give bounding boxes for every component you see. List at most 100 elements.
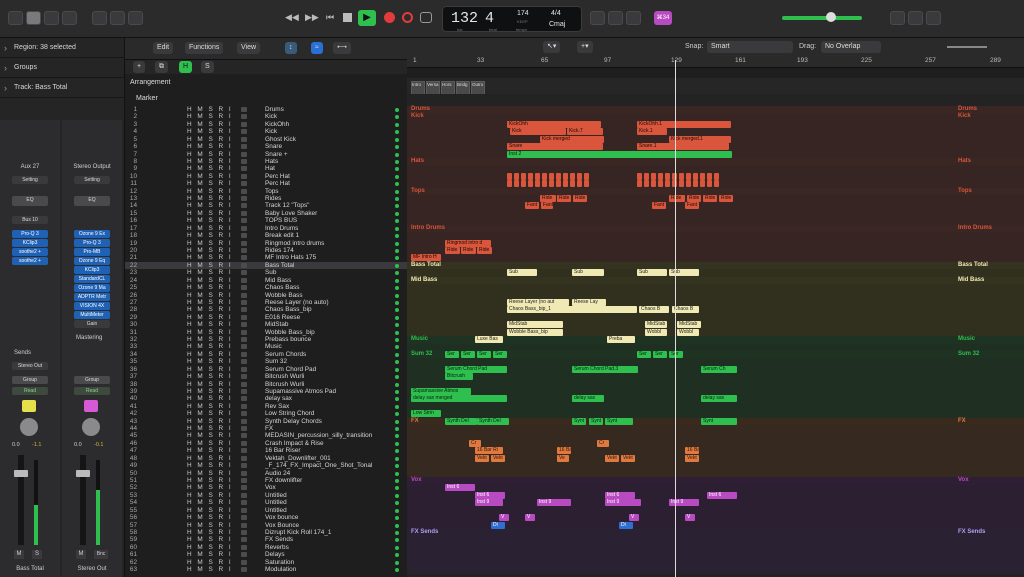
track-on-indicator[interactable] (395, 493, 399, 498)
track-row[interactable]: 26 H M S R I Wobble Bass (125, 292, 407, 300)
master-volume-slider[interactable] (782, 16, 862, 20)
flex-tool-icon[interactable]: ≈ (311, 42, 323, 54)
plugin-slot[interactable]: StandardCL (74, 275, 110, 283)
track-buttons[interactable]: H M S R I (187, 277, 233, 285)
track-lane[interactable] (407, 536, 1024, 544)
region[interactable] (577, 180, 582, 188)
fader-track[interactable] (80, 455, 86, 545)
track-buttons[interactable]: H M S R I (187, 195, 233, 203)
track-name[interactable]: Low String Chord (265, 410, 395, 418)
track-buttons[interactable]: H M S R I (187, 551, 233, 559)
track-buttons[interactable]: H M S R I (187, 559, 233, 567)
region[interactable]: Vekt (685, 454, 699, 462)
track-lane[interactable] (407, 543, 1024, 552)
region[interactable]: Ser (445, 350, 459, 358)
region[interactable]: Snare.1 (637, 143, 729, 151)
track-buttons[interactable]: H M S R I (187, 499, 233, 507)
region[interactable] (556, 180, 561, 188)
region[interactable]: Vekt (621, 454, 635, 462)
track-name[interactable]: Vektah_Downlifter_001 (265, 455, 395, 463)
region[interactable] (521, 180, 526, 188)
track-row[interactable]: 8 H M S R I Hats (125, 158, 407, 166)
track-row[interactable]: 55 H M S R I Untitled (125, 507, 407, 515)
track-buttons[interactable]: H M S R I (187, 240, 233, 248)
track-name[interactable]: Vox Bounce (265, 522, 395, 530)
track-buttons[interactable]: H M S R I (187, 106, 233, 114)
snap-dropdown[interactable]: Smart (707, 41, 793, 53)
replace-record-icon[interactable] (402, 12, 413, 23)
track-row[interactable]: 2 H M S R I Kick (125, 113, 407, 121)
track-on-indicator[interactable] (395, 560, 399, 565)
track-buttons[interactable]: H M S R I (187, 321, 233, 329)
track-name[interactable]: MEDASIN_percussion_silly_transition (265, 432, 395, 440)
track-name[interactable]: Synth Delay Chords (265, 418, 395, 426)
region[interactable]: Ride (573, 195, 587, 203)
pointer-select-icon[interactable]: ↖▾ (543, 41, 561, 53)
track-lane[interactable] (407, 261, 1024, 270)
region[interactable]: Ride (557, 195, 571, 203)
region[interactable]: Serum Chord Pad.3 (572, 365, 638, 373)
region[interactable]: Sub (669, 269, 699, 277)
track-on-indicator[interactable] (395, 137, 399, 142)
track-buttons[interactable]: H M S R I (187, 299, 233, 307)
playhead[interactable] (675, 60, 676, 577)
pan-knob[interactable] (20, 418, 38, 436)
bounce-button[interactable]: Bnc (94, 550, 108, 559)
region[interactable]: Ride (461, 246, 476, 254)
track-on-indicator[interactable] (395, 271, 399, 276)
track-row[interactable]: 23 H M S R I Sub (125, 269, 407, 277)
track-name[interactable]: MF Intro Hats 175 (265, 254, 395, 262)
region[interactable]: Ser (669, 350, 683, 358)
track-buttons[interactable]: H M S R I (187, 343, 233, 351)
track-on-indicator[interactable] (395, 412, 399, 417)
track-row[interactable]: 22 H M S R I Bass Total (125, 261, 407, 270)
edit-menu[interactable]: Edit (153, 42, 174, 54)
region[interactable] (535, 172, 540, 180)
arrangement-marker[interactable]: Hors (441, 81, 455, 95)
arrangement-marker[interactable]: Versa (426, 81, 440, 95)
region[interactable]: Vekt (475, 454, 489, 462)
region[interactable] (658, 172, 663, 180)
track-row[interactable]: 21 H M S R I MF Intro Hats 175 (125, 254, 407, 262)
region[interactable]: Inst 6 (605, 491, 635, 499)
track-name[interactable]: KickOhh (265, 121, 395, 129)
track-name[interactable]: Break edit 1 (265, 232, 395, 240)
track-name[interactable]: Chaos Bass (265, 284, 395, 292)
track-row[interactable]: 40 H M S R I delay sax (125, 395, 407, 403)
track-on-indicator[interactable] (395, 501, 399, 506)
track-lane[interactable] (407, 566, 1024, 574)
forward-icon[interactable]: ▶▶ (305, 12, 319, 24)
track-buttons[interactable]: H M S R I (187, 306, 233, 314)
browser-icon[interactable] (926, 11, 941, 25)
track-row[interactable]: 17 H M S R I Intro Drums (125, 225, 407, 233)
track-row[interactable]: 45 H M S R I MEDASIN_percussion_silly_tran… (125, 432, 407, 440)
track-row[interactable]: 6 H M S R I Snare (125, 143, 407, 151)
track-row[interactable]: 48 H M S R I Vektah_Downlifter_001 (125, 455, 407, 463)
track-name[interactable]: Hat (265, 165, 395, 173)
quick-help-icon[interactable] (44, 11, 59, 25)
track-buttons[interactable]: H M S R I (187, 247, 233, 255)
track-buttons[interactable]: H M S R I (187, 529, 233, 537)
track-on-indicator[interactable] (395, 108, 399, 112)
track-name[interactable]: Baby Love Shaker (265, 210, 395, 218)
region[interactable] (651, 172, 656, 180)
plugin-slot[interactable]: Pro-MB (74, 248, 110, 256)
track-row[interactable]: 5 H M S R I Ghost Kick (125, 136, 407, 144)
track-row[interactable]: 32 H M S R I Prebass bounce (125, 336, 407, 344)
track-name[interactable]: Track 12 "Tops" (265, 202, 395, 210)
track-name[interactable]: Untitled (265, 507, 395, 515)
track-lane[interactable] (407, 551, 1024, 559)
solo-button[interactable]: S (32, 550, 42, 559)
setting-button[interactable]: Setting (74, 176, 110, 184)
region[interactable]: Synt (701, 417, 737, 425)
track-on-indicator[interactable] (395, 382, 399, 387)
track-on-indicator[interactable] (395, 375, 399, 380)
track-buttons[interactable]: H M S R I (187, 432, 233, 440)
setting-button[interactable]: Setting (12, 176, 48, 184)
region[interactable]: Fant (685, 202, 699, 210)
region[interactable]: Synt (589, 417, 603, 425)
track-name[interactable]: E016 Reese (265, 314, 395, 322)
region[interactable]: Inst 2 (507, 150, 732, 158)
track-buttons[interactable]: H M S R I (187, 410, 233, 418)
region[interactable]: Ringmod intro d (445, 239, 491, 247)
